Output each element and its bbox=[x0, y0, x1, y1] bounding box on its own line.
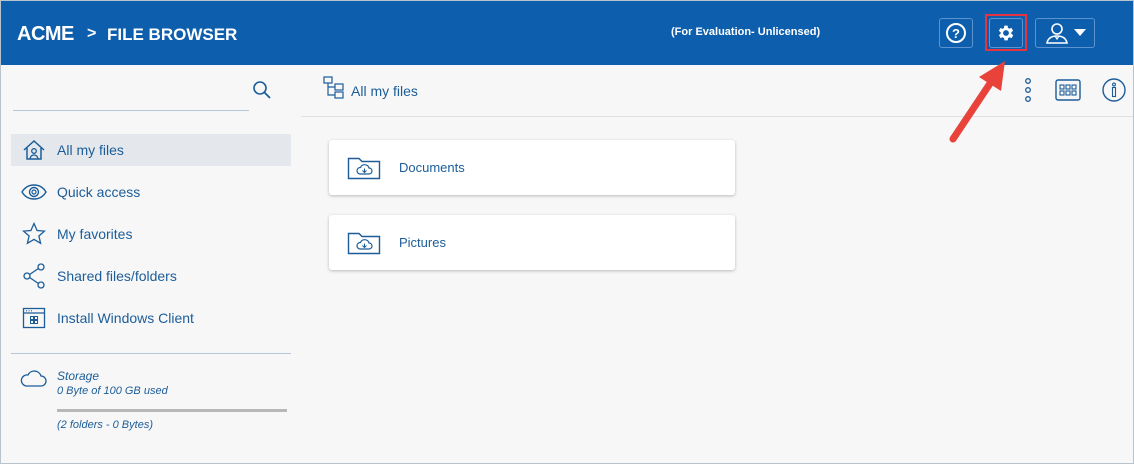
sidebar-item-label: Install Windows Client bbox=[57, 310, 194, 326]
cloud-icon bbox=[20, 370, 47, 387]
folder-card-documents[interactable]: Documents bbox=[329, 140, 735, 195]
info-icon[interactable] bbox=[1102, 77, 1126, 103]
settings-button[interactable] bbox=[989, 18, 1023, 48]
storage-progress-bar bbox=[57, 409, 287, 412]
sidebar-item-label: Shared files/folders bbox=[57, 268, 177, 284]
sidebar-divider bbox=[11, 353, 291, 354]
sidebar-item-shared[interactable]: Shared files/folders bbox=[11, 260, 291, 292]
eye-icon bbox=[21, 179, 47, 205]
sidebar: All my files Quick access My favorites S… bbox=[1, 65, 301, 463]
folder-card-pictures[interactable]: Pictures bbox=[329, 215, 735, 270]
folder-name: Pictures bbox=[399, 235, 446, 250]
cloud-folder-icon bbox=[347, 230, 381, 256]
user-menu-button[interactable] bbox=[1035, 18, 1095, 48]
share-icon bbox=[21, 263, 47, 289]
user-icon bbox=[1046, 23, 1068, 44]
windows-client-icon bbox=[21, 305, 47, 331]
license-status: (For Evaluation- Unlicensed) bbox=[671, 26, 821, 38]
sidebar-item-install-windows-client[interactable]: Install Windows Client bbox=[11, 302, 291, 334]
app-window: ACME > FILE BROWSER (For Evaluation- Unl… bbox=[0, 0, 1134, 464]
sidebar-item-quick-access[interactable]: Quick access bbox=[11, 176, 291, 208]
search-icon[interactable] bbox=[252, 80, 272, 100]
breadcrumb-separator: > bbox=[87, 25, 97, 42]
main-toolbar: All my files bbox=[301, 65, 1133, 117]
home-icon bbox=[21, 137, 47, 163]
breadcrumb[interactable]: All my files bbox=[351, 83, 418, 99]
sidebar-item-all-my-files[interactable]: All my files bbox=[11, 134, 291, 166]
sidebar-item-my-favorites[interactable]: My favorites bbox=[11, 218, 291, 250]
sidebar-item-label: Quick access bbox=[57, 184, 141, 200]
help-button[interactable]: ? bbox=[939, 18, 973, 48]
storage-used: 0 Byte of 100 GB used bbox=[57, 385, 168, 397]
cloud-folder-icon bbox=[347, 155, 381, 181]
section-title: FILE BROWSER bbox=[107, 25, 238, 44]
sidebar-item-label: All my files bbox=[57, 142, 124, 158]
sidebar-item-label: My favorites bbox=[57, 226, 133, 242]
caret-down-icon bbox=[1074, 29, 1086, 36]
search-input[interactable] bbox=[13, 110, 249, 111]
brand-logo[interactable]: ACME bbox=[17, 23, 74, 46]
help-icon: ? bbox=[946, 23, 966, 43]
gear-icon bbox=[998, 25, 1014, 41]
folder-tree-icon bbox=[323, 76, 344, 99]
main-content: All my files Documents Pictures bbox=[301, 65, 1133, 463]
grid-view-icon[interactable] bbox=[1055, 79, 1081, 101]
storage-title: Storage bbox=[57, 369, 100, 383]
folder-name: Documents bbox=[399, 160, 465, 175]
top-header: ACME > FILE BROWSER (For Evaluation- Unl… bbox=[1, 1, 1133, 65]
storage-summary: (2 folders - 0 Bytes) bbox=[57, 419, 153, 431]
more-vertical-icon[interactable] bbox=[1023, 77, 1033, 103]
star-icon bbox=[21, 221, 47, 247]
